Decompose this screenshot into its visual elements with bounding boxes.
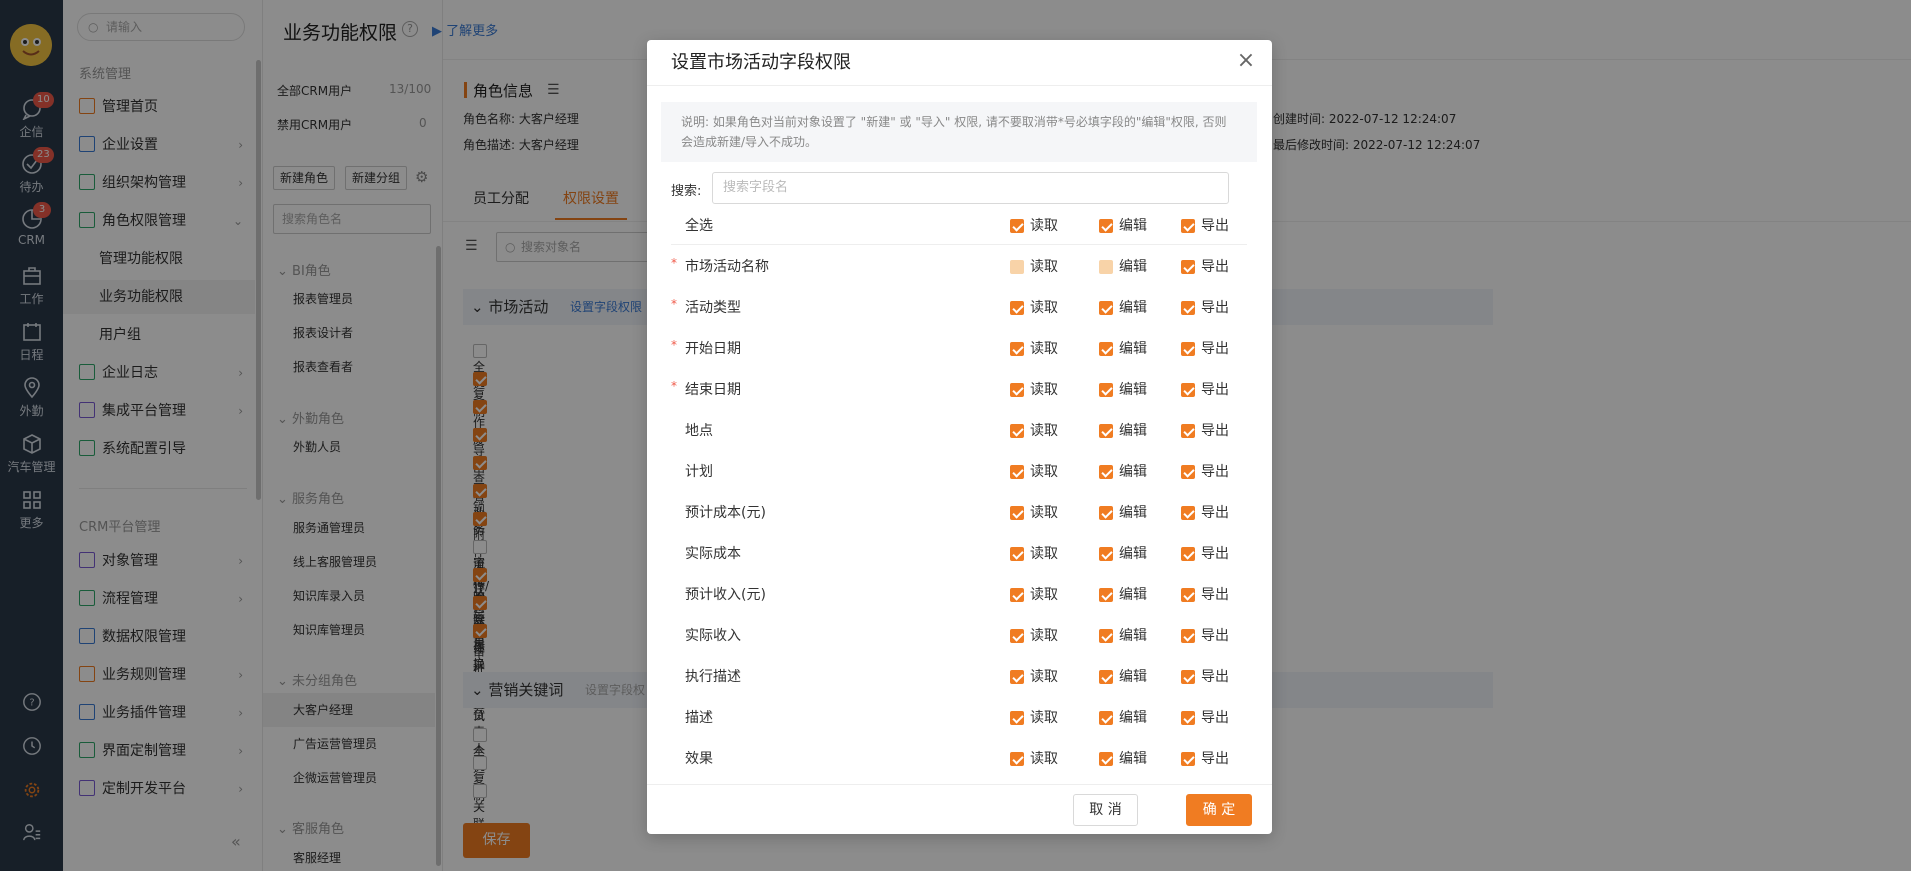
- field-row: 描述 读取 编辑 导出: [671, 696, 1247, 737]
- field-name: 结束日期: [685, 382, 741, 398]
- read-checkbox: 读取: [1010, 256, 1058, 276]
- required-marker: *: [671, 256, 677, 270]
- field-row: 计划 读取 编辑 导出: [671, 450, 1247, 491]
- required-marker: *: [671, 338, 677, 352]
- close-icon[interactable]: ×: [1236, 50, 1256, 72]
- export-checkbox[interactable]: 导出: [1181, 502, 1229, 522]
- export-checkbox[interactable]: 导出: [1181, 256, 1229, 276]
- select-all-edit-checkbox[interactable]: 编辑: [1099, 215, 1147, 235]
- export-checkbox[interactable]: 导出: [1181, 379, 1229, 399]
- field-search-input[interactable]: 搜索字段名: [712, 172, 1229, 204]
- field-row: 预计收入(元) 读取 编辑 导出: [671, 573, 1247, 614]
- field-name: 开始日期: [685, 341, 741, 357]
- read-checkbox[interactable]: 读取: [1010, 379, 1058, 399]
- read-checkbox[interactable]: 读取: [1010, 666, 1058, 686]
- dialog-footer: 取 消 确 定: [647, 784, 1272, 834]
- field-name: 地点: [685, 423, 713, 439]
- cancel-button[interactable]: 取 消: [1073, 794, 1138, 826]
- export-checkbox[interactable]: 导出: [1181, 666, 1229, 686]
- export-checkbox[interactable]: 导出: [1181, 420, 1229, 440]
- field-name: 描述: [685, 710, 713, 726]
- field-row: 效果 读取 编辑 导出: [671, 737, 1247, 778]
- read-checkbox[interactable]: 读取: [1010, 297, 1058, 317]
- export-checkbox[interactable]: 导出: [1181, 584, 1229, 604]
- field-row: 地点 读取 编辑 导出: [671, 409, 1247, 450]
- field-name: 实际成本: [685, 546, 741, 562]
- edit-checkbox[interactable]: 编辑: [1099, 707, 1147, 727]
- read-checkbox[interactable]: 读取: [1010, 338, 1058, 358]
- edit-checkbox[interactable]: 编辑: [1099, 625, 1147, 645]
- edit-checkbox[interactable]: 编辑: [1099, 666, 1147, 686]
- field-row: 预计成本(元) 读取 编辑 导出: [671, 491, 1247, 532]
- edit-checkbox[interactable]: 编辑: [1099, 584, 1147, 604]
- edit-checkbox[interactable]: 编辑: [1099, 379, 1147, 399]
- select-all-export-checkbox[interactable]: 导出: [1181, 215, 1229, 235]
- export-checkbox[interactable]: 导出: [1181, 297, 1229, 317]
- export-checkbox[interactable]: 导出: [1181, 338, 1229, 358]
- field-name: 实际收入: [685, 628, 741, 644]
- notice-text: 说明: 如果角色对当前对象设置了 "新建" 或 "导入" 权限, 请不要取消带*…: [661, 102, 1257, 162]
- field-name: 市场活动名称: [685, 259, 769, 275]
- read-checkbox[interactable]: 读取: [1010, 748, 1058, 768]
- edit-checkbox[interactable]: 编辑: [1099, 461, 1147, 481]
- field-name: 活动类型: [685, 300, 741, 316]
- field-name: 预计成本(元): [685, 505, 766, 521]
- read-checkbox[interactable]: 读取: [1010, 543, 1058, 563]
- field-row: * 市场活动名称 读取 编辑 导出: [671, 245, 1247, 286]
- field-permission-dialog: 设置市场活动字段权限 × 说明: 如果角色对当前对象设置了 "新建" 或 "导入…: [647, 40, 1272, 834]
- field-row: * 活动类型 读取 编辑 导出: [671, 286, 1247, 327]
- read-checkbox[interactable]: 读取: [1010, 502, 1058, 522]
- edit-checkbox[interactable]: 编辑: [1099, 297, 1147, 317]
- search-label: 搜索:: [671, 184, 702, 199]
- select-all-row: 全选 读取 编辑 导出: [671, 204, 1247, 245]
- read-checkbox[interactable]: 读取: [1010, 420, 1058, 440]
- required-marker: *: [671, 379, 677, 393]
- read-checkbox[interactable]: 读取: [1010, 707, 1058, 727]
- field-name: 效果: [685, 751, 713, 767]
- field-name: 执行描述: [685, 669, 741, 685]
- field-name: 计划: [685, 464, 713, 480]
- export-checkbox[interactable]: 导出: [1181, 543, 1229, 563]
- read-checkbox[interactable]: 读取: [1010, 584, 1058, 604]
- edit-checkbox: 编辑: [1099, 256, 1147, 276]
- select-all-read-checkbox[interactable]: 读取: [1010, 215, 1058, 235]
- read-checkbox[interactable]: 读取: [1010, 461, 1058, 481]
- required-marker: *: [671, 297, 677, 311]
- field-row: 实际成本 读取 编辑 导出: [671, 532, 1247, 573]
- edit-checkbox[interactable]: 编辑: [1099, 338, 1147, 358]
- dialog-title: 设置市场活动字段权限: [647, 40, 1272, 86]
- field-row: * 结束日期 读取 编辑 导出: [671, 368, 1247, 409]
- edit-checkbox[interactable]: 编辑: [1099, 502, 1147, 522]
- field-row: * 开始日期 读取 编辑 导出: [671, 327, 1247, 368]
- export-checkbox[interactable]: 导出: [1181, 748, 1229, 768]
- confirm-button[interactable]: 确 定: [1186, 794, 1252, 826]
- edit-checkbox[interactable]: 编辑: [1099, 543, 1147, 563]
- export-checkbox[interactable]: 导出: [1181, 707, 1229, 727]
- export-checkbox[interactable]: 导出: [1181, 461, 1229, 481]
- export-checkbox[interactable]: 导出: [1181, 625, 1229, 645]
- edit-checkbox[interactable]: 编辑: [1099, 420, 1147, 440]
- field-row: 执行描述 读取 编辑 导出: [671, 655, 1247, 696]
- field-name: 预计收入(元): [685, 587, 766, 603]
- field-row: 实际收入 读取 编辑 导出: [671, 614, 1247, 655]
- read-checkbox[interactable]: 读取: [1010, 625, 1058, 645]
- edit-checkbox[interactable]: 编辑: [1099, 748, 1147, 768]
